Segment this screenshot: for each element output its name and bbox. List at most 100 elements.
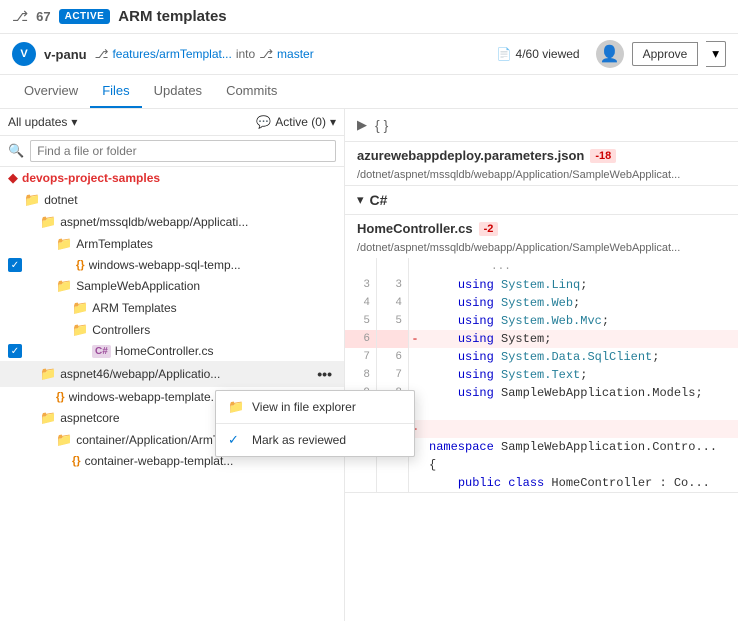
comment-icon: 💬 bbox=[256, 115, 271, 129]
approve-button[interactable]: Approve bbox=[632, 42, 699, 66]
tree-item-armtemplates[interactable]: 📁 ArmTemplates bbox=[0, 233, 344, 255]
tree-item-root[interactable]: ◆ devops-project-samples bbox=[0, 167, 344, 189]
json-file-path: /dotnet/aspnet/mssqldb/webapp/Applicatio… bbox=[345, 169, 738, 185]
windows-sql-label: windows-webapp-sql-temp... bbox=[89, 258, 241, 272]
chevron-down-icon2: ▾ bbox=[330, 115, 336, 129]
json-icon2: {} bbox=[56, 391, 65, 403]
cs-file-path: /dotnet/aspnet/mssqldb/webapp/Applicatio… bbox=[345, 242, 738, 258]
avatar: V bbox=[12, 42, 36, 66]
checkbox-windows-sql[interactable]: ✓ bbox=[8, 258, 24, 272]
left-panel: All updates ▾ 💬 Active (0) ▾ 🔍 ◆ devops-… bbox=[0, 109, 345, 621]
windows-template-label: windows-webapp-template... bbox=[69, 390, 221, 404]
tree-item-samplewebapp[interactable]: 📁 SampleWebApplication bbox=[0, 275, 344, 297]
json-icon: {} bbox=[76, 259, 85, 271]
armtemplates-label: ArmTemplates bbox=[76, 237, 153, 251]
cs-file-name: HomeController.cs bbox=[357, 221, 473, 236]
file-icon: 📄 bbox=[497, 47, 512, 61]
code-line-8: 8 7 using System.Text; bbox=[345, 366, 738, 384]
folder-icon: 📁 bbox=[24, 192, 40, 208]
chevron-icon: ▾ bbox=[357, 192, 364, 208]
search-box: 🔍 bbox=[0, 136, 344, 167]
code-line-6-del: 6 - using System; bbox=[345, 330, 738, 348]
json-change-badge: -18 bbox=[590, 149, 616, 163]
ctx-mark-reviewed[interactable]: ✓ Mark as reviewed bbox=[216, 423, 345, 456]
root-label: devops-project-samples bbox=[22, 171, 160, 185]
ctx-view-in-explorer[interactable]: 📁 View in file explorer bbox=[216, 391, 345, 423]
aspnetcore-label: aspnetcore bbox=[60, 411, 119, 425]
aspnet-label: aspnet/mssqldb/webapp/Applicati... bbox=[60, 215, 248, 229]
code-line-ellipsis: ... bbox=[345, 258, 738, 276]
pr-title: ARM templates bbox=[118, 8, 226, 25]
folder-icon-ctx: 📁 bbox=[228, 399, 244, 415]
homecontroller-label: HomeController.cs bbox=[115, 344, 214, 358]
right-panel: ▶ { } azurewebappdeploy.parameters.json … bbox=[345, 109, 738, 621]
ellipsis-button[interactable]: ••• bbox=[313, 364, 336, 384]
tree-item-dotnet[interactable]: 📁 dotnet bbox=[0, 189, 344, 211]
aspnet46-label: aspnet46/webapp/Applicatio... bbox=[60, 367, 220, 381]
check-icon-ctx: ✓ bbox=[228, 432, 244, 448]
container-webapp-label: container-webapp-templat... bbox=[85, 454, 234, 468]
user-name: v-panu bbox=[44, 47, 87, 62]
devops-icon: ◆ bbox=[8, 170, 18, 186]
checkbox-homecontroller[interactable]: ✓ bbox=[8, 344, 24, 358]
tab-files[interactable]: Files bbox=[90, 75, 141, 108]
search-input[interactable] bbox=[30, 140, 336, 162]
active-filter[interactable]: 💬 Active (0) ▾ bbox=[256, 115, 336, 129]
branch-info: ⎇ features/armTemplat... into ⎇ master bbox=[95, 47, 314, 61]
folder-icon3: 📁 bbox=[56, 236, 72, 252]
cs-lang-label: C# bbox=[370, 192, 388, 208]
code-line-5: 5 5 using System.Web.Mvc; bbox=[345, 312, 738, 330]
cs-change-badge: -2 bbox=[479, 222, 499, 236]
active-badge: ACTIVE bbox=[59, 9, 111, 24]
filter-bar: All updates ▾ 💬 Active (0) ▾ bbox=[0, 109, 344, 136]
tree-item-controllers[interactable]: 📁 Controllers bbox=[0, 319, 344, 341]
code-line-4: 4 4 using System.Web; bbox=[345, 294, 738, 312]
expand-icon: ▶ bbox=[357, 117, 367, 133]
tab-overview[interactable]: Overview bbox=[12, 75, 90, 108]
source-branch[interactable]: features/armTemplat... bbox=[112, 47, 231, 61]
json-collapse-header[interactable]: ▶ { } bbox=[345, 109, 738, 141]
tree-item-aspnet46[interactable]: 📁 aspnet46/webapp/Applicatio... ••• bbox=[0, 361, 344, 387]
controllers-label: Controllers bbox=[92, 323, 150, 337]
folder-icon8: 📁 bbox=[40, 410, 56, 426]
checked-icon2: ✓ bbox=[8, 344, 22, 358]
main-area: All updates ▾ 💬 Active (0) ▾ 🔍 ◆ devops-… bbox=[0, 109, 738, 621]
checked-icon: ✓ bbox=[8, 258, 22, 272]
tree-item-homecontroller[interactable]: ✓ C# HomeController.cs bbox=[0, 341, 344, 361]
json-icon3: {} bbox=[72, 455, 81, 467]
into-text: into bbox=[236, 47, 255, 61]
cs-file-header: HomeController.cs -2 bbox=[345, 214, 738, 242]
target-branch[interactable]: master bbox=[277, 47, 314, 61]
folder-icon9: 📁 bbox=[56, 432, 72, 448]
user-bar: V v-panu ⎇ features/armTemplat... into ⎇… bbox=[0, 34, 738, 75]
code-line-7: 7 6 using System.Data.SqlClient; bbox=[345, 348, 738, 366]
dotnet-label: dotnet bbox=[44, 193, 77, 207]
tree-item-windows-sql[interactable]: ✓ {} windows-webapp-sql-temp... bbox=[0, 255, 344, 275]
folder-icon5: 📁 bbox=[72, 300, 88, 316]
branch-icon: ⎇ bbox=[95, 47, 109, 61]
user-avatar-icon: 👤 bbox=[596, 40, 624, 68]
brace-icon: { } bbox=[375, 117, 388, 133]
cs-collapse-header[interactable]: ▾ C# bbox=[345, 186, 738, 214]
viewed-count: 📄 4/60 viewed bbox=[497, 47, 580, 61]
branch-icon2: ⎇ bbox=[259, 47, 273, 61]
json-file-section: ▶ { } azurewebappdeploy.parameters.json … bbox=[345, 109, 738, 186]
samplewebapp-label: SampleWebApplication bbox=[76, 279, 200, 293]
folder-icon7: 📁 bbox=[40, 366, 56, 382]
context-menu: 📁 View in file explorer ✓ Mark as review… bbox=[215, 390, 345, 457]
tab-commits[interactable]: Commits bbox=[214, 75, 289, 108]
tree-item-arm-templates2[interactable]: 📁 ARM Templates bbox=[0, 297, 344, 319]
tree-item-aspnet[interactable]: 📁 aspnet/mssqldb/webapp/Applicati... bbox=[0, 211, 344, 233]
pr-number: 67 bbox=[36, 9, 50, 24]
arm-templates2-label: ARM Templates bbox=[92, 301, 176, 315]
approve-chevron-button[interactable]: ▾ bbox=[706, 41, 726, 67]
folder-icon4: 📁 bbox=[56, 278, 72, 294]
container-armt-label: container/Application/ArmTe... bbox=[76, 433, 235, 447]
json-file-header: azurewebappdeploy.parameters.json -18 bbox=[345, 141, 738, 169]
all-updates-filter[interactable]: All updates ▾ bbox=[8, 115, 77, 129]
tab-updates[interactable]: Updates bbox=[142, 75, 214, 108]
code-line-class: public class HomeController : Co... bbox=[345, 474, 738, 492]
folder-icon6: 📁 bbox=[72, 322, 88, 338]
code-line-brace: { bbox=[345, 456, 738, 474]
folder-icon2: 📁 bbox=[40, 214, 56, 230]
